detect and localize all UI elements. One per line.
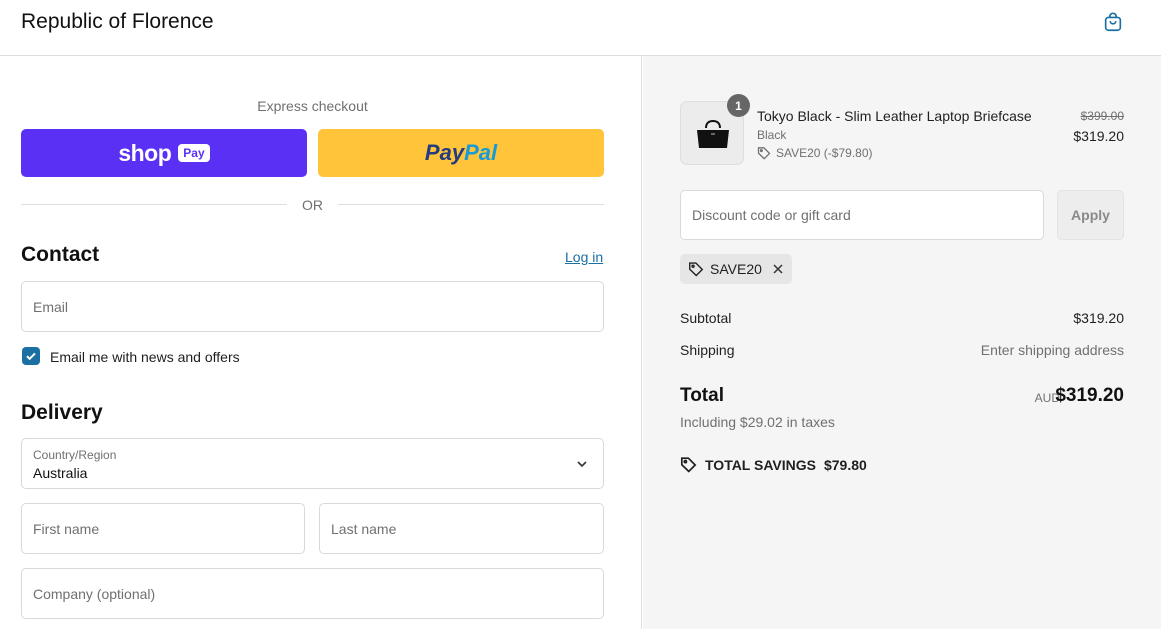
tag-icon — [689, 262, 704, 277]
product-discount-text: SAVE20 (-$79.80) — [776, 146, 873, 160]
checkout-main: Express checkout shop Pay PayPal OR Cont… — [0, 56, 642, 629]
country-label: Country/Region — [33, 448, 117, 462]
savings-value: $79.80 — [823, 456, 867, 473]
discount-code-field[interactable] — [680, 190, 1044, 240]
shop-pay-badge: Pay — [178, 144, 210, 162]
original-price: $399.00 — [1080, 109, 1124, 123]
company-field[interactable] — [21, 568, 604, 619]
applied-discount-chip: SAVE20 — [680, 254, 792, 284]
quantity-badge: 1 — [727, 94, 750, 117]
total-value: $319.20 — [1055, 385, 1124, 406]
email-input[interactable] — [22, 282, 603, 331]
or-divider: OR — [21, 196, 604, 214]
chevron-down-icon — [577, 461, 587, 468]
applied-code: SAVE20 — [710, 261, 762, 277]
first-name-input[interactable] — [22, 504, 304, 553]
cart-button[interactable] — [1101, 10, 1125, 34]
paypal-button[interactable]: PayPal — [318, 129, 604, 177]
savings-label: TOTAL SAVINGS — [705, 456, 816, 473]
shop-pay-logo: shop — [118, 139, 172, 166]
country-value: Australia — [33, 465, 88, 481]
remove-discount-button[interactable] — [772, 263, 784, 275]
header: Republic of Florence — [0, 0, 1161, 56]
shop-name[interactable]: Republic of Florence — [21, 10, 214, 34]
apply-button[interactable]: Apply — [1057, 190, 1124, 240]
newsletter-label: Email me with news and offers — [50, 349, 240, 365]
log-in-link[interactable]: Log in — [565, 249, 603, 265]
total-label: Total — [680, 385, 724, 406]
product-variant: Black — [757, 128, 787, 142]
product-discount: SAVE20 (-$79.80) — [757, 146, 873, 160]
shipping-value: Enter shipping address — [980, 342, 1124, 358]
newsletter-checkbox[interactable] — [22, 347, 40, 365]
checkmark-icon — [26, 352, 36, 361]
last-name-input[interactable] — [320, 504, 603, 553]
final-price: $319.20 — [1073, 128, 1124, 144]
product-name: Tokyo Black - Slim Leather Laptop Briefc… — [757, 108, 1032, 124]
tag-icon — [757, 147, 771, 160]
paypal-logo: PayPal — [424, 140, 498, 165]
country-select[interactable]: Country/Region Australia — [21, 438, 604, 489]
taxes-note: Including $29.02 in taxes — [680, 414, 835, 430]
last-name-field[interactable] — [319, 503, 604, 554]
order-summary: 1 Tokyo Black - Slim Leather Laptop Brie… — [643, 56, 1161, 629]
discount-code-input[interactable] — [681, 191, 1043, 239]
subtotal-label: Subtotal — [680, 310, 732, 326]
shop-pay-button[interactable]: shop Pay — [21, 129, 307, 177]
divider-line — [338, 204, 604, 205]
total-savings: TOTAL SAVINGS $79.80 — [680, 456, 867, 473]
first-name-field[interactable] — [21, 503, 305, 554]
company-input[interactable] — [22, 569, 603, 618]
close-icon — [773, 264, 783, 274]
tag-icon — [680, 457, 697, 473]
shipping-label: Shipping — [680, 342, 735, 358]
shopping-bag-icon — [1104, 12, 1122, 32]
contact-heading: Contact — [21, 243, 100, 266]
subtotal-value: $319.20 — [1073, 310, 1124, 326]
or-text: OR — [302, 197, 323, 213]
email-field[interactable] — [21, 281, 604, 332]
divider-line — [21, 204, 287, 205]
delivery-heading: Delivery — [21, 401, 103, 424]
express-checkout-label: Express checkout — [257, 98, 368, 114]
